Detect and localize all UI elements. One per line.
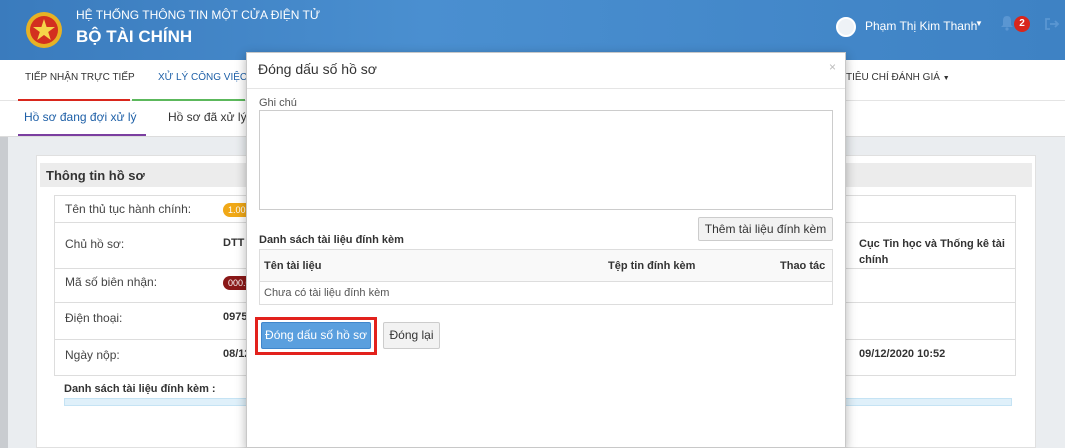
info-label: Tên thủ tục hành chính: — [65, 202, 192, 216]
nav-item-tieu-chi-label: TIÊU CHÍ ĐÁNH GIÁ — [846, 72, 940, 83]
info-value-right: 09/12/2020 10:52 — [859, 348, 946, 360]
col-document-name: Tên tài liệu — [264, 260, 322, 272]
info-value: 0975 — [223, 311, 248, 323]
col-attached-file: Tệp tin đính kèm — [608, 260, 696, 272]
nav-item-tieu-chi[interactable]: TIÊU CHÍ ĐÁNH GIÁ ▼ — [846, 72, 950, 83]
header-title: BỘ TÀI CHÍNH — [76, 27, 193, 46]
table-header: Tên tài liệu Tệp tin đính kèm Thao tác — [260, 250, 832, 282]
chevron-down-icon[interactable]: ▼ — [975, 19, 983, 28]
attachment-table: Tên tài liệu Tệp tin đính kèm Thao tác C… — [259, 249, 833, 305]
attachment-list-label: Danh sách tài liệu đính kèm — [259, 234, 404, 246]
info-label: Điện thoại: — [65, 311, 123, 325]
note-textarea[interactable] — [259, 110, 833, 210]
tab-pending[interactable]: Hồ sơ đang đợi xử lý — [24, 110, 136, 124]
app-header: HỆ THỐNG THÔNG TIN MỘT CỬA ĐIỆN TỬ BỘ TÀ… — [0, 0, 1065, 60]
note-label: Ghi chú — [259, 97, 297, 109]
avatar[interactable] — [836, 17, 856, 37]
info-value: DTT — [223, 237, 245, 249]
close-icon[interactable]: × — [829, 60, 836, 74]
stamp-dialog: Đóng dấu số hồ sơ × Ghi chú Thêm tài liệ… — [246, 52, 846, 448]
dialog-title: Đóng dấu số hồ sơ — [258, 61, 377, 77]
info-value-right: Cục Tin học và Thống kê tài chính — [859, 238, 1005, 266]
header-subtitle: HỆ THỐNG THÔNG TIN MỘT CỬA ĐIỆN TỬ — [76, 8, 321, 22]
tab-underline — [18, 134, 146, 136]
empty-row: Chưa có tài liệu đính kèm — [264, 287, 390, 299]
divider — [247, 88, 845, 89]
info-label: Ngày nộp: — [65, 348, 120, 362]
bell-icon[interactable] — [1000, 15, 1014, 31]
emblem-icon[interactable] — [24, 10, 64, 50]
close-button[interactable]: Đóng lại — [383, 322, 440, 349]
info-label: Mã số biên nhận: — [65, 275, 158, 289]
notification-badge[interactable]: 2 — [1014, 16, 1030, 32]
content-strip — [0, 137, 8, 448]
user-menu[interactable]: Phạm Thị Kim Thanh — [865, 19, 977, 33]
attachments-label: Danh sách tài liệu đính kèm : — [64, 383, 216, 395]
col-actions: Thao tác — [780, 260, 826, 272]
info-label: Chủ hồ sơ: — [65, 237, 125, 251]
tab-processed[interactable]: Hồ sơ đã xử lý — [168, 110, 247, 124]
sign-out-icon[interactable] — [1044, 16, 1060, 32]
nav-item-tiep-nhan[interactable]: TIẾP NHẬN TRỰC TIẾP — [25, 72, 135, 83]
stamp-button[interactable]: Đóng dấu số hồ sơ — [261, 322, 371, 349]
add-attachment-button[interactable]: Thêm tài liệu đính kèm — [698, 217, 833, 241]
nav-item-xu-ly[interactable]: XỬ LÝ CÔNG VIỆC — [158, 72, 247, 83]
chevron-down-icon: ▼ — [942, 75, 950, 82]
